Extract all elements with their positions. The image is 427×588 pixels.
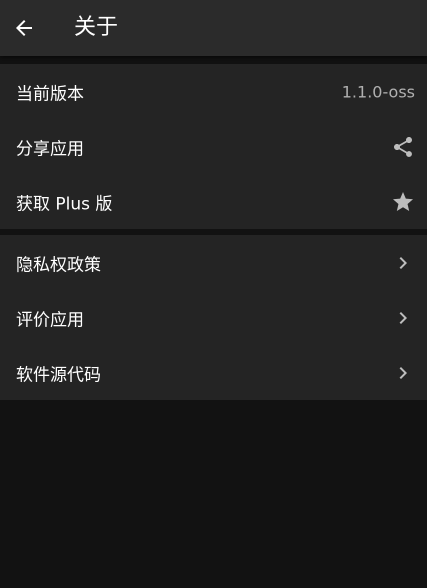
links-section: 隐私权政策 评价应用 软件源代码 bbox=[0, 235, 427, 400]
share-app-label: 分享应用 bbox=[16, 139, 84, 159]
privacy-policy-label: 隐私权政策 bbox=[16, 255, 101, 275]
chevron-right-icon bbox=[391, 251, 415, 275]
chevron-right-icon bbox=[391, 361, 415, 385]
list-item-version[interactable]: 当前版本 1.1.0-oss bbox=[0, 64, 427, 119]
page-title: 关于 bbox=[74, 15, 119, 40]
app-toolbar: 关于 bbox=[0, 0, 427, 56]
share-icon bbox=[391, 135, 415, 159]
source-code-label: 软件源代码 bbox=[16, 365, 101, 385]
back-button[interactable] bbox=[4, 8, 44, 48]
star-icon bbox=[391, 190, 415, 214]
get-plus-label: 获取 Plus 版 bbox=[16, 194, 113, 214]
info-section: 当前版本 1.1.0-oss 分享应用 获取 Plus 版 bbox=[0, 64, 427, 229]
list-item-share-app[interactable]: 分享应用 bbox=[0, 119, 427, 174]
version-value: 1.1.0-oss bbox=[341, 82, 415, 101]
list-item-get-plus[interactable]: 获取 Plus 版 bbox=[0, 174, 427, 229]
list-item-rate-app[interactable]: 评价应用 bbox=[0, 290, 427, 345]
about-screen: 关于 当前版本 1.1.0-oss 分享应用 获取 Plus 版 隐私权政策 评… bbox=[0, 0, 427, 588]
version-label: 当前版本 bbox=[16, 84, 84, 104]
list-item-privacy-policy[interactable]: 隐私权政策 bbox=[0, 235, 427, 290]
list-item-source-code[interactable]: 软件源代码 bbox=[0, 345, 427, 400]
chevron-right-icon bbox=[391, 306, 415, 330]
arrow-back-icon bbox=[16, 20, 32, 36]
rate-app-label: 评价应用 bbox=[16, 310, 84, 330]
